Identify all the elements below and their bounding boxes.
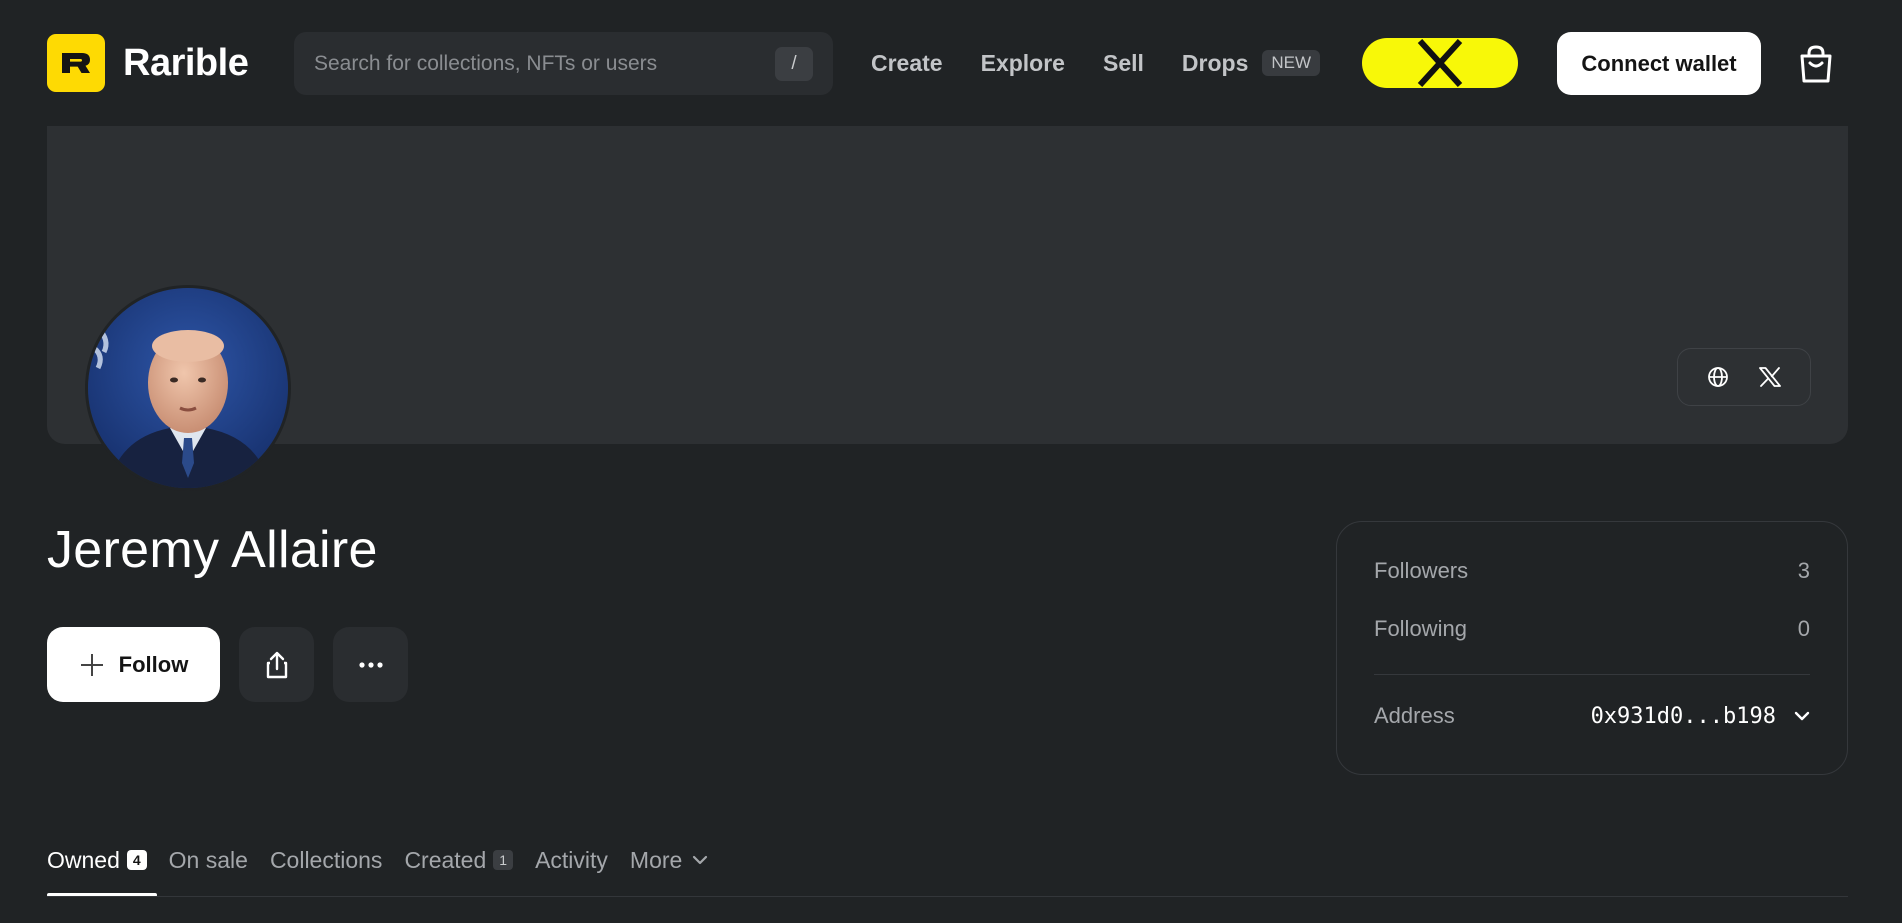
followers-label: Followers xyxy=(1374,558,1469,583)
shopping-bag-icon xyxy=(1800,45,1832,83)
tab-owned-label: Owned xyxy=(47,846,120,873)
tab-activity[interactable]: Activity xyxy=(535,847,608,874)
following-label: Following xyxy=(1374,616,1467,641)
website-link[interactable] xyxy=(1700,359,1736,395)
follow-button[interactable]: Follow xyxy=(47,627,220,702)
wallet-address: 0x931d0...b198 xyxy=(1590,703,1776,729)
tab-owned-count: 4 xyxy=(126,850,147,870)
tab-more-label: More xyxy=(629,846,683,873)
main-nav: Create Explore Sell Drops NEW xyxy=(871,40,1321,86)
tab-on-sale[interactable]: On sale xyxy=(169,847,248,874)
follow-label: Follow xyxy=(118,651,189,677)
tab-activity-label: Activity xyxy=(535,846,608,873)
avatar-photo xyxy=(88,288,288,488)
nav-drops[interactable]: Drops xyxy=(1182,50,1248,77)
rarible-r-icon xyxy=(62,53,90,73)
more-options-button[interactable] xyxy=(333,627,408,702)
following-row[interactable]: Following 0 xyxy=(1374,616,1810,642)
tab-created-label: Created xyxy=(404,846,487,873)
chevron-down-icon xyxy=(1794,711,1810,721)
social-links xyxy=(1677,348,1811,406)
x-logo-icon xyxy=(1417,39,1463,87)
rarible-logo-mark xyxy=(47,34,105,92)
nav-sell[interactable]: Sell xyxy=(1103,50,1144,77)
profile-banner xyxy=(47,126,1848,444)
nav-create[interactable]: Create xyxy=(871,50,943,77)
followers-row[interactable]: Followers 3 xyxy=(1374,558,1810,584)
tab-collections-label: Collections xyxy=(269,846,383,873)
share-icon xyxy=(266,651,287,678)
following-count: 0 xyxy=(1797,616,1810,641)
x-logo-icon xyxy=(1759,367,1781,387)
cart-button[interactable] xyxy=(1793,41,1839,87)
top-header: Rarible / Create Explore Sell Drops NEW … xyxy=(0,0,1902,126)
connect-wallet-button[interactable]: Connect wallet xyxy=(1557,32,1761,95)
rarible-logo[interactable]: Rarible xyxy=(47,34,249,92)
profile-name: Jeremy Allaire xyxy=(47,521,378,579)
search-shortcut-key: / xyxy=(775,46,813,81)
logo-wordmark: Rarible xyxy=(123,41,249,84)
profile-avatar xyxy=(85,285,291,491)
address-dropdown[interactable]: 0x931d0...b198 xyxy=(1591,704,1810,729)
chevron-down-icon xyxy=(692,855,708,865)
profile-stats-card: Followers 3 Following 0 Address 0x931d0.… xyxy=(1336,521,1848,775)
tab-created-count: 1 xyxy=(493,850,514,870)
x-profile-link[interactable] xyxy=(1752,359,1788,395)
tab-created[interactable]: Created 1 xyxy=(404,846,514,874)
tab-more[interactable]: More xyxy=(630,847,708,874)
x-promo-button[interactable] xyxy=(1362,38,1518,88)
stats-divider xyxy=(1374,674,1810,675)
search-bar: / xyxy=(294,32,833,95)
address-row: Address 0x931d0...b198 xyxy=(1374,703,1810,729)
share-button[interactable] xyxy=(239,627,314,702)
globe-icon xyxy=(1708,367,1728,387)
tab-owned[interactable]: Owned 4 xyxy=(47,847,147,874)
tab-collections[interactable]: Collections xyxy=(270,847,383,874)
nav-explore[interactable]: Explore xyxy=(981,50,1065,77)
profile-page: Rarible / Create Explore Sell Drops NEW … xyxy=(0,0,1902,923)
search-input[interactable] xyxy=(294,32,775,95)
followers-count: 3 xyxy=(1797,558,1810,583)
tabs-divider xyxy=(47,896,1848,897)
tab-on-sale-label: On sale xyxy=(168,846,248,873)
profile-tabs: Owned 4 On sale Collections Created 1 Ac… xyxy=(47,843,730,877)
more-horizontal-icon xyxy=(358,661,383,668)
plus-icon xyxy=(79,652,105,678)
address-label: Address xyxy=(1374,703,1455,728)
drops-new-badge: NEW xyxy=(1262,50,1321,76)
